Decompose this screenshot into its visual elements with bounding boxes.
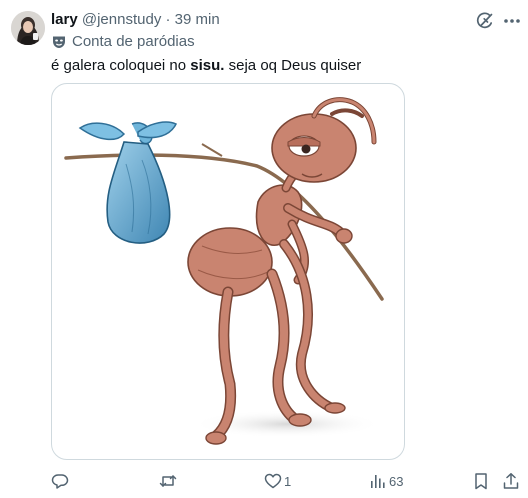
- tweet-text-start: é galera coloquei no: [51, 57, 191, 74]
- tweet-header: lary @jennstudy · 39 min: [51, 11, 220, 29]
- reply-icon: [51, 474, 69, 489]
- share-button[interactable]: [502, 470, 520, 492]
- timestamp[interactable]: 39 min: [175, 11, 220, 28]
- action-bar: 1 63: [51, 470, 521, 492]
- views-button[interactable]: 63: [369, 470, 403, 492]
- repost-button[interactable]: [159, 470, 179, 492]
- reply-button[interactable]: [51, 470, 71, 492]
- tweet-text: é galera coloquei no sisu. seja oq Deus …: [51, 56, 361, 75]
- bookmark-button[interactable]: [472, 470, 490, 492]
- heart-icon: [264, 473, 282, 489]
- grok-icon[interactable]: [475, 11, 495, 31]
- user-handle[interactable]: @jennstudy: [82, 11, 161, 28]
- share-icon: [503, 473, 519, 489]
- like-count: 1: [284, 473, 292, 489]
- parody-label-row: Conta de paródias: [51, 33, 195, 51]
- views-icon: [371, 475, 385, 488]
- separator-dot: ·: [165, 11, 171, 28]
- like-button[interactable]: 1: [264, 470, 291, 492]
- avatar[interactable]: [11, 11, 45, 45]
- display-name[interactable]: lary: [51, 11, 78, 28]
- tweet-image[interactable]: [51, 83, 405, 460]
- ant-with-bundle-illustration: [64, 97, 384, 445]
- tweet-text-bold: sisu.: [190, 57, 225, 74]
- parody-label: Conta de paródias: [72, 33, 195, 50]
- bookmark-icon: [475, 473, 487, 490]
- tweet-text-end: seja oq Deus quiser: [224, 57, 362, 74]
- repost-icon: [159, 475, 177, 487]
- parody-mask-icon: [53, 36, 65, 48]
- views-count: 63: [389, 473, 404, 489]
- more-icon[interactable]: [502, 12, 522, 30]
